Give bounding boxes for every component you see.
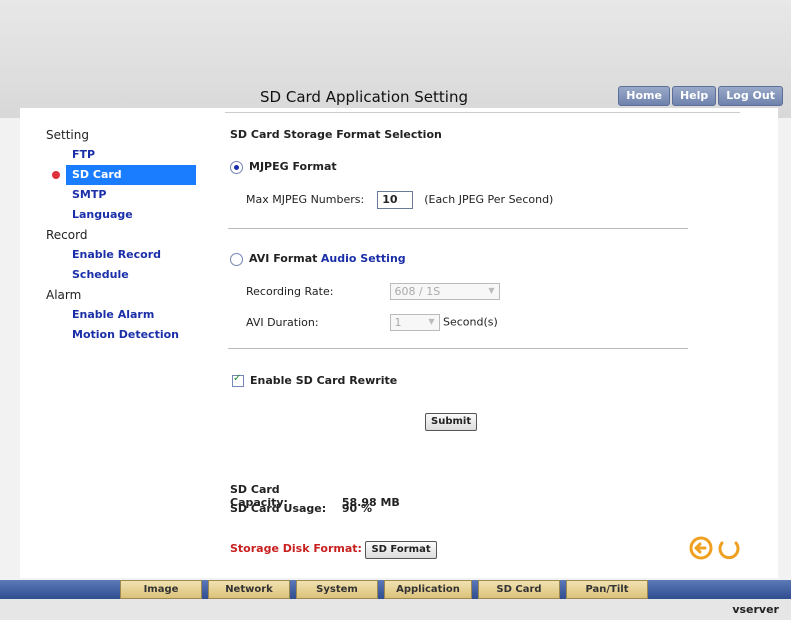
- mjpeg-max-input[interactable]: 10: [377, 191, 414, 209]
- format-label: Storage Disk Format:: [230, 542, 362, 555]
- audio-setting-link[interactable]: Audio Setting: [321, 252, 406, 265]
- rewrite-label: Enable SD Card Rewrite: [250, 374, 398, 387]
- rewrite-option: Enable SD Card Rewrite: [232, 373, 398, 387]
- nav-icons: [688, 535, 742, 561]
- avi-duration-select[interactable]: 1 ▼: [389, 314, 440, 331]
- tab-application[interactable]: Application: [384, 580, 472, 599]
- divider-1: [228, 228, 688, 229]
- tab-system[interactable]: System: [296, 580, 378, 599]
- recording-rate-label: Recording Rate:: [246, 284, 334, 298]
- avi-option: AVI Format Audio Setting: [230, 252, 406, 266]
- recording-rate-row: Recording Rate: 608 / 1S ▼: [246, 283, 500, 300]
- usage-row: SD Card Usage: 90 %: [230, 502, 372, 515]
- sidebar: Setting FTP SD Card SMTP Language Record…: [46, 125, 206, 345]
- recording-rate-select[interactable]: 608 / 1S ▼: [389, 283, 500, 300]
- divider-2: [228, 348, 688, 349]
- avi-label: AVI Format: [249, 252, 318, 265]
- tab-image[interactable]: Image: [120, 580, 202, 599]
- sd-format-button[interactable]: SD Format: [365, 541, 437, 559]
- top-nav: Home Help Log Out: [618, 86, 783, 106]
- sidebar-item-sd-card[interactable]: SD Card: [52, 165, 196, 185]
- mjpeg-max-hint: (Each JPEG Per Second): [424, 193, 554, 206]
- sidebar-item-motion-detection[interactable]: Motion Detection: [46, 325, 206, 345]
- tab-pan-tilt[interactable]: Pan/Tilt: [566, 580, 648, 599]
- chevron-down-icon: ▼: [488, 286, 495, 295]
- sidebar-item-label: SD Card: [72, 168, 122, 181]
- section-caption: SD Card Storage Format Selection: [230, 128, 442, 141]
- sidebar-section-record: Record: [46, 228, 88, 242]
- mjpeg-radio[interactable]: [230, 160, 243, 174]
- sidebar-item-ftp[interactable]: FTP: [46, 145, 206, 165]
- submit-button[interactable]: Submit: [425, 413, 478, 431]
- sidebar-section-setting: Setting: [46, 128, 89, 142]
- brand-logo: vserver: [732, 603, 779, 616]
- sidebar-item-enable-record[interactable]: Enable Record: [46, 245, 206, 265]
- footer: [0, 599, 791, 620]
- tab-network[interactable]: Network: [208, 580, 290, 599]
- format-row: Storage Disk Format: SD Format: [230, 541, 437, 559]
- logout-button[interactable]: Log Out: [718, 86, 783, 106]
- mjpeg-max-label: Max MJPEG Numbers:: [246, 193, 365, 206]
- refresh-icon[interactable]: [716, 535, 742, 561]
- sidebar-item-enable-alarm[interactable]: Enable Alarm: [46, 305, 206, 325]
- help-button[interactable]: Help: [671, 86, 717, 106]
- sidebar-item-schedule[interactable]: Schedule: [46, 265, 206, 285]
- recording-rate-value: 608 / 1S: [394, 285, 441, 298]
- avi-duration-unit: Second(s): [443, 315, 498, 329]
- usage-label: SD Card Usage:: [230, 502, 327, 515]
- mjpeg-max-row: Max MJPEG Numbers: 10 (Each JPEG Per Sec…: [246, 191, 553, 209]
- home-button[interactable]: Home: [618, 86, 670, 106]
- usage-value: 90 %: [341, 502, 373, 515]
- active-bullet-icon: [52, 171, 60, 179]
- rewrite-checkbox[interactable]: [232, 373, 244, 387]
- avi-duration-label: AVI Duration:: [246, 315, 319, 329]
- mjpeg-label: MJPEG Format: [249, 160, 337, 173]
- mjpeg-option: MJPEG Format: [230, 160, 337, 174]
- avi-duration-value: 1: [394, 316, 402, 329]
- avi-duration-row: AVI Duration: 1 ▼ Second(s): [246, 314, 498, 331]
- title-divider: [225, 112, 740, 113]
- avi-radio[interactable]: [230, 252, 243, 266]
- sidebar-item-smtp[interactable]: SMTP: [46, 185, 206, 205]
- sidebar-item-language[interactable]: Language: [46, 205, 206, 225]
- page-title: SD Card Application Setting: [260, 88, 468, 106]
- submit-row: Submit: [425, 413, 478, 431]
- chevron-down-icon: ▼: [428, 317, 435, 326]
- back-icon[interactable]: [688, 535, 714, 561]
- sidebar-section-alarm: Alarm: [46, 288, 82, 302]
- tab-sd-card[interactable]: SD Card: [478, 580, 560, 599]
- bottom-tabs: Image Network System Application SD Card…: [120, 580, 654, 599]
